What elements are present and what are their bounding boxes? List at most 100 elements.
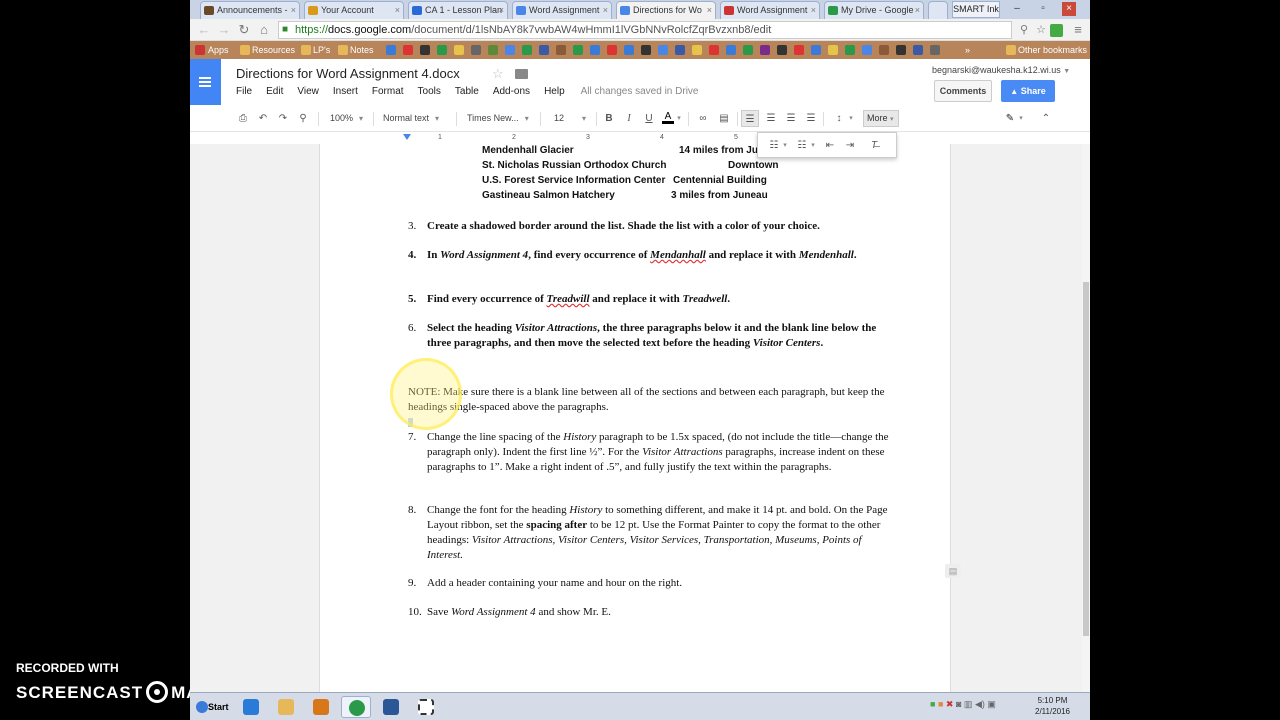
- bookmark-site-icon[interactable]: [403, 45, 413, 55]
- zoom-dropdown[interactable]: 100% ▾: [330, 110, 363, 127]
- vertical-scrollbar[interactable]: [1082, 144, 1090, 692]
- address-bar[interactable]: ■ https://docs.google.com/document/d/1lsN…: [278, 21, 1012, 39]
- bookmark-site-icon[interactable]: [743, 45, 753, 55]
- editing-mode-icon[interactable]: ✎: [1002, 110, 1018, 127]
- tray-icon[interactable]: ▣: [987, 699, 996, 709]
- menu-file[interactable]: File: [236, 86, 252, 97]
- bookmark-resources[interactable]: Resources: [252, 43, 295, 57]
- tray-icon[interactable]: ■: [930, 699, 935, 709]
- internet-explorer-button[interactable]: [236, 696, 266, 718]
- redo-icon[interactable]: ↷: [275, 110, 291, 127]
- smart-ink-button[interactable]: SMART Ink: [952, 1, 1000, 18]
- undo-icon[interactable]: ↶: [255, 110, 271, 127]
- align-center-icon[interactable]: ☰: [763, 110, 779, 127]
- close-tab-icon[interactable]: ×: [707, 2, 712, 18]
- bookmark-site-icon[interactable]: [777, 45, 787, 55]
- bookmark-site-icon[interactable]: [641, 45, 651, 55]
- bookmark-site-icon[interactable]: [590, 45, 600, 55]
- bookmark-site-icon[interactable]: [862, 45, 872, 55]
- bookmark-site-icon[interactable]: [624, 45, 634, 55]
- close-window-icon[interactable]: ×: [1062, 2, 1076, 16]
- bookmark-site-icon[interactable]: [539, 45, 549, 55]
- bookmark-star-icon[interactable]: ☆: [1033, 22, 1049, 38]
- bookmark-site-icon[interactable]: [488, 45, 498, 55]
- bold-button[interactable]: B: [602, 110, 616, 127]
- minimize-icon[interactable]: –: [1010, 2, 1024, 16]
- decrease-indent-icon[interactable]: ⇤: [822, 137, 838, 154]
- tab-word-assignment-pdf[interactable]: Word Assignment ×: [720, 1, 820, 19]
- tab-announcements[interactable]: Announcements - ×: [200, 1, 300, 19]
- new-tab-button[interactable]: [928, 1, 948, 19]
- align-left-icon[interactable]: ☰: [741, 110, 759, 127]
- tab-word-assignment[interactable]: Word Assignment ×: [512, 1, 612, 19]
- back-icon[interactable]: ←: [196, 22, 212, 38]
- file-explorer-button[interactable]: [271, 696, 301, 718]
- bookmark-site-icon[interactable]: [930, 45, 940, 55]
- bookmark-site-icon[interactable]: [760, 45, 770, 55]
- bookmark-site-icon[interactable]: [556, 45, 566, 55]
- menu-table[interactable]: Table: [455, 86, 479, 97]
- bookmark-site-icon[interactable]: [437, 45, 447, 55]
- bookmark-site-icon[interactable]: [845, 45, 855, 55]
- bookmark-site-icon[interactable]: [522, 45, 532, 55]
- bookmark-lps[interactable]: LP's: [313, 43, 330, 57]
- print-icon[interactable]: ⎙: [235, 110, 251, 127]
- tray-icon[interactable]: ◙: [956, 699, 961, 709]
- bookmark-site-icon[interactable]: [658, 45, 668, 55]
- star-icon[interactable]: ☆: [492, 66, 504, 82]
- more-button[interactable]: More ▾: [863, 110, 899, 127]
- menu-insert[interactable]: Insert: [333, 86, 358, 97]
- tab-my-drive[interactable]: My Drive - Google ×: [824, 1, 924, 19]
- clear-formatting-icon[interactable]: T̶: [866, 137, 882, 154]
- menu-edit[interactable]: Edit: [266, 86, 283, 97]
- bookmark-site-icon[interactable]: [692, 45, 702, 55]
- docs-logo-icon[interactable]: [190, 59, 221, 105]
- folder-icon[interactable]: [515, 69, 528, 79]
- tray-icon[interactable]: ✖: [946, 699, 954, 709]
- close-tab-icon[interactable]: ×: [395, 2, 400, 18]
- comments-button[interactable]: Comments: [934, 80, 992, 102]
- bookmark-site-icon[interactable]: [471, 45, 481, 55]
- bookmark-site-icon[interactable]: [896, 45, 906, 55]
- close-tab-icon[interactable]: ×: [499, 2, 504, 18]
- chevron-right-icon[interactable]: »: [965, 43, 970, 57]
- bookmark-apps[interactable]: Apps: [208, 43, 229, 57]
- tab-lesson-plan[interactable]: CA 1 - Lesson Plan ×: [408, 1, 508, 19]
- caret-down-icon[interactable]: ▾: [810, 137, 816, 154]
- bookmark-site-icon[interactable]: [794, 45, 804, 55]
- account-email[interactable]: begnarski@waukesha.k12.wi.us ▼: [932, 65, 1070, 75]
- bookmark-site-icon[interactable]: [454, 45, 464, 55]
- bookmark-site-icon[interactable]: [607, 45, 617, 55]
- bookmark-site-icon[interactable]: [879, 45, 889, 55]
- document-title[interactable]: Directions for Word Assignment 4.docx: [236, 66, 460, 81]
- bookmark-site-icon[interactable]: [913, 45, 923, 55]
- maximize-icon[interactable]: ▫: [1036, 2, 1050, 16]
- reload-icon[interactable]: ↻: [236, 22, 252, 38]
- bookmark-site-icon[interactable]: [386, 45, 396, 55]
- bulleted-list-icon[interactable]: ☷: [794, 137, 810, 154]
- tab-your-account[interactable]: Your Account ×: [304, 1, 404, 19]
- collapse-icon[interactable]: ⌃: [1038, 110, 1054, 127]
- menu-format[interactable]: Format: [372, 86, 404, 97]
- font-size-dropdown[interactable]: 12 ▾: [554, 110, 586, 127]
- network-icon[interactable]: ▥: [964, 699, 973, 709]
- bookmark-other[interactable]: Other bookmarks: [1018, 43, 1087, 57]
- system-tray[interactable]: ■ ■ ✖ ◙ ▥ ◀) ▣: [930, 699, 996, 710]
- font-dropdown[interactable]: Times New... ▾: [467, 110, 529, 127]
- caret-down-icon[interactable]: ▾: [676, 110, 682, 127]
- close-tab-icon[interactable]: ×: [603, 2, 608, 18]
- text-color-button[interactable]: A: [662, 110, 674, 124]
- numbered-list-icon[interactable]: ☷: [766, 137, 782, 154]
- close-tab-icon[interactable]: ×: [291, 2, 296, 18]
- home-icon[interactable]: ⌂: [256, 22, 272, 38]
- save-status[interactable]: All changes saved in Drive: [581, 86, 699, 97]
- taskbar-clock[interactable]: 5:10 PM 2/11/2016: [1035, 695, 1070, 717]
- align-justify-icon[interactable]: ☰: [803, 110, 819, 127]
- caret-down-icon[interactable]: ▾: [1018, 110, 1024, 127]
- menu-addons[interactable]: Add-ons: [493, 86, 530, 97]
- bookmark-site-icon[interactable]: [573, 45, 583, 55]
- word-button[interactable]: [376, 696, 406, 718]
- misspelled-word[interactable]: Treadwill: [547, 293, 590, 305]
- start-button[interactable]: Start: [194, 696, 229, 718]
- bookmark-site-icon[interactable]: [505, 45, 515, 55]
